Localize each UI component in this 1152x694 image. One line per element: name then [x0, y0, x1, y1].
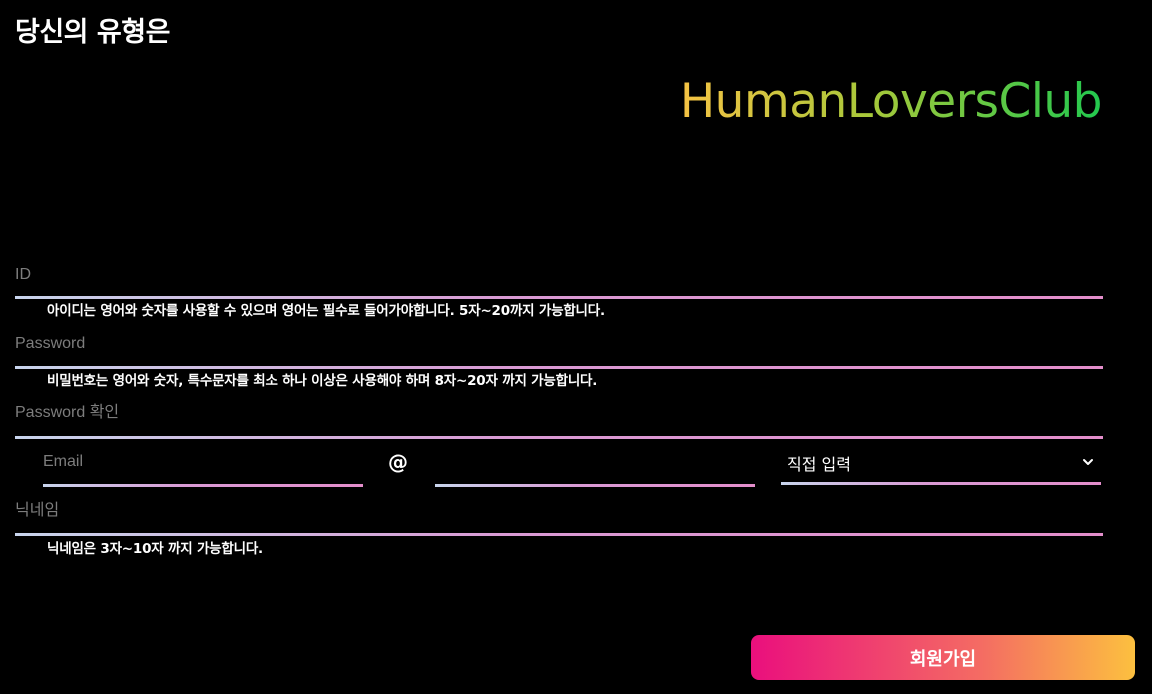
signup-page: 당신의 유형은 HumanLoversClub 아이디는 영어와 숫자를 사용할…	[0, 0, 1152, 694]
email-domain-field	[435, 449, 755, 487]
email-at-sign: @	[388, 450, 408, 474]
signup-button[interactable]: 회원가입	[751, 635, 1135, 680]
nickname-underline	[15, 533, 1103, 536]
email-domain-input[interactable]	[435, 449, 755, 475]
email-domain-underline	[435, 484, 755, 487]
nickname-input[interactable]	[15, 498, 1103, 524]
email-domain-select-box[interactable]: 직접 입력	[781, 449, 1101, 482]
password-confirm-field	[15, 400, 1103, 439]
id-field	[15, 262, 1103, 299]
email-domain-select-underline	[781, 482, 1101, 485]
chevron-down-icon[interactable]	[1081, 455, 1095, 469]
email-local-underline	[43, 484, 363, 487]
brand-logo: HumanLoversClub	[679, 74, 1103, 129]
email-local-field	[43, 449, 363, 487]
page-title: 당신의 유형은	[15, 17, 170, 48]
id-hint: 아이디는 영어와 숫자를 사용할 수 있으며 영어는 필수로 들어가야합니다. …	[47, 303, 605, 319]
password-confirm-input[interactable]	[15, 400, 1103, 426]
email-domain-select[interactable]: 직접 입력	[781, 449, 1101, 485]
id-input[interactable]	[15, 262, 1103, 288]
password-confirm-underline	[15, 436, 1103, 439]
password-input[interactable]	[15, 331, 1103, 357]
nickname-field	[15, 498, 1103, 536]
password-field	[15, 331, 1103, 369]
password-hint: 비밀번호는 영어와 숫자, 특수문자를 최소 하나 이상은 사용해야 하며 8자…	[47, 373, 598, 389]
nickname-hint: 닉네임은 3자~10자 까지 가능합니다.	[47, 541, 263, 557]
email-domain-select-value: 직접 입력	[787, 455, 851, 474]
email-local-input[interactable]	[43, 449, 363, 475]
